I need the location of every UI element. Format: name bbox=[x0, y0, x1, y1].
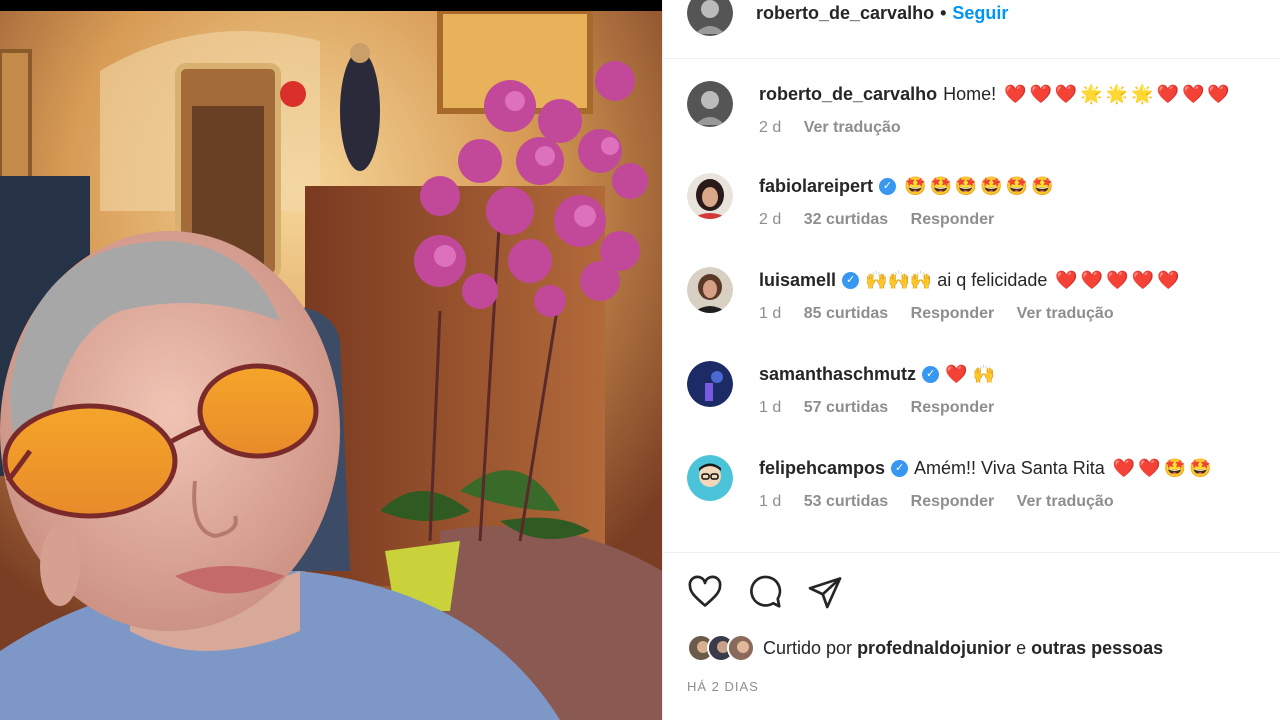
likes-count[interactable]: 53 curtidas bbox=[804, 493, 888, 510]
verified-badge-icon: ✓ bbox=[842, 272, 860, 289]
comment-text: Amém!! Viva Santa Rita bbox=[914, 458, 1105, 478]
reply-button[interactable]: Responder bbox=[911, 211, 995, 228]
commenter-avatar[interactable] bbox=[687, 361, 733, 407]
likes-count[interactable]: 57 curtidas bbox=[804, 399, 888, 416]
commenter-username[interactable]: fabiolareipert bbox=[759, 176, 873, 197]
separator-dot: • bbox=[940, 3, 947, 23]
verified-badge-icon: ✓ bbox=[922, 366, 940, 383]
likes-count[interactable]: 85 curtidas bbox=[804, 305, 888, 322]
comment-time: 2 d bbox=[759, 211, 782, 228]
photo-top-bar bbox=[0, 0, 662, 11]
comment-icon[interactable] bbox=[747, 574, 783, 610]
comment-emoji: ❤️❤️🤩🤩 bbox=[1112, 458, 1215, 478]
liked-prefix: Curtido por bbox=[763, 637, 853, 658]
comment-item: roberto_de_carvalho Home! ❤️❤️❤️🌟🌟🌟❤️❤️❤… bbox=[663, 81, 1280, 161]
post-actions bbox=[687, 574, 843, 610]
share-icon[interactable] bbox=[807, 574, 843, 610]
comment-text: 🙌🙌🙌 ai q felicidade bbox=[865, 270, 1048, 290]
liked-by[interactable]: Curtido por profednaldojunior e outras p… bbox=[687, 634, 1163, 662]
follow-button[interactable]: Seguir bbox=[952, 3, 1008, 23]
comment-meta: 2 d Ver tradução bbox=[759, 119, 919, 137]
comment-text: Home! bbox=[943, 84, 997, 104]
commenter-avatar[interactable] bbox=[687, 267, 733, 313]
comment-meta: 1 d 85 curtidas Responder Ver tradução bbox=[759, 305, 1132, 323]
author-avatar[interactable] bbox=[687, 0, 733, 36]
comment-item: fabiolareipert ✓ 🤩🤩🤩🤩🤩🤩 2 d 32 curtidas … bbox=[663, 173, 1280, 253]
comment-item: felipehcampos ✓ Amém!! Viva Santa Rita ❤… bbox=[663, 455, 1280, 535]
liked-others[interactable]: outras pessoas bbox=[1031, 638, 1163, 659]
author-username[interactable]: roberto_de_carvalho bbox=[756, 3, 934, 23]
reply-button[interactable]: Responder bbox=[911, 399, 995, 416]
photo-illustration bbox=[0, 11, 662, 720]
liker-avatar bbox=[727, 634, 755, 662]
post-timestamp: HÁ 2 DIAS bbox=[687, 679, 759, 694]
comment-emoji: 🤩🤩🤩🤩🤩🤩 bbox=[904, 176, 1057, 196]
comment-meta: 1 d 53 curtidas Responder Ver tradução bbox=[759, 493, 1132, 511]
translate-link[interactable]: Ver tradução bbox=[1017, 305, 1114, 322]
liker-avatars bbox=[687, 634, 755, 662]
comment-meta: 1 d 57 curtidas Responder bbox=[759, 399, 1012, 417]
translate-link[interactable]: Ver tradução bbox=[804, 119, 901, 136]
commenter-username[interactable]: roberto_de_carvalho bbox=[759, 84, 937, 105]
commenter-avatar[interactable] bbox=[687, 173, 733, 219]
liked-user[interactable]: profednaldojunior bbox=[857, 638, 1011, 659]
comment-time: 1 d bbox=[759, 493, 782, 510]
commenter-username[interactable]: felipehcampos bbox=[759, 458, 885, 479]
reply-button[interactable]: Responder bbox=[911, 493, 995, 510]
header-line: roberto_de_carvalho • Seguir bbox=[756, 3, 1008, 24]
comment-text: ❤️ 🙌 bbox=[945, 364, 995, 384]
post-sidebar: roberto_de_carvalho • Seguir roberto_de_ca… bbox=[662, 0, 1280, 720]
verified-badge-icon: ✓ bbox=[879, 178, 897, 195]
comment-time: 2 d bbox=[759, 119, 782, 136]
post-photo[interactable] bbox=[0, 0, 662, 720]
header-divider bbox=[663, 58, 1280, 59]
commenter-avatar[interactable] bbox=[687, 81, 733, 127]
comment-time: 1 d bbox=[759, 305, 782, 322]
heart-icon[interactable] bbox=[687, 574, 723, 610]
comment-item: luisamell ✓ 🙌🙌🙌 ai q felicidade ❤️❤️❤️❤️… bbox=[663, 267, 1280, 347]
comment-time: 1 d bbox=[759, 399, 782, 416]
reply-button[interactable]: Responder bbox=[911, 305, 995, 322]
likes-count[interactable]: 32 curtidas bbox=[804, 211, 888, 228]
comment-meta: 2 d 32 curtidas Responder bbox=[759, 211, 1012, 229]
verified-badge-icon: ✓ bbox=[891, 460, 909, 477]
commenter-username[interactable]: samanthaschmutz bbox=[759, 364, 916, 385]
liked-conj: e bbox=[1016, 637, 1027, 658]
comment-item: samanthaschmutz ✓ ❤️ 🙌 1 d 57 curtidas R… bbox=[663, 361, 1280, 441]
commenter-username[interactable]: luisamell bbox=[759, 270, 836, 291]
comment-emoji: ❤️❤️❤️❤️❤️ bbox=[1055, 270, 1183, 290]
comment-emoji: ❤️❤️❤️🌟🌟🌟❤️❤️❤️ bbox=[1004, 84, 1233, 104]
translate-link[interactable]: Ver tradução bbox=[1017, 493, 1114, 510]
commenter-avatar[interactable] bbox=[687, 455, 733, 501]
actions-divider bbox=[663, 552, 1280, 553]
